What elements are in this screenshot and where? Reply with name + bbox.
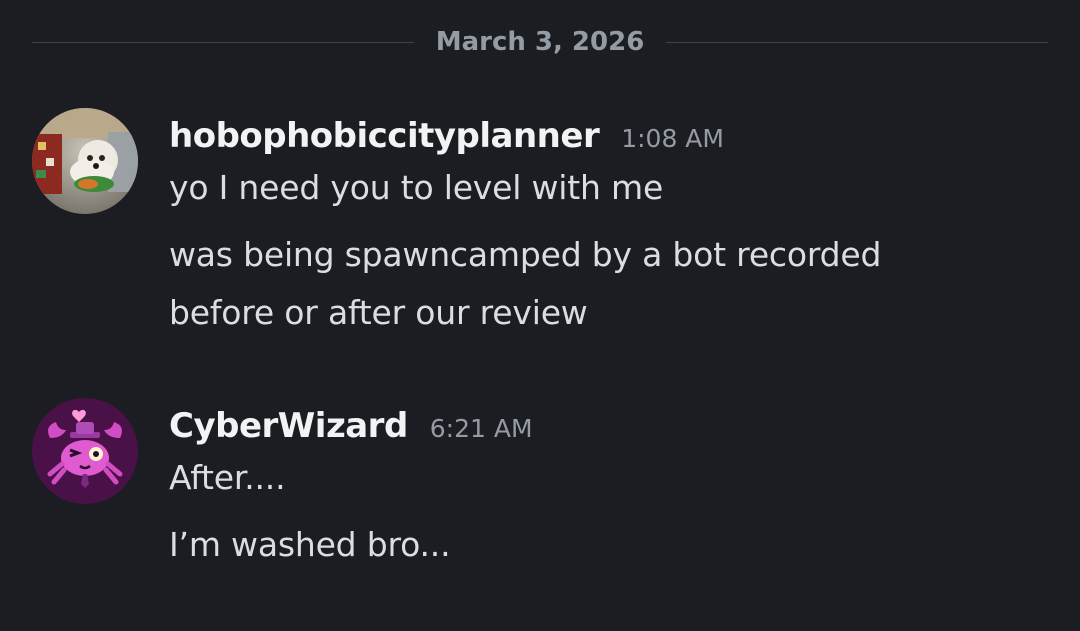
date-divider-label: March 3, 2026 (435, 27, 645, 57)
message-header: CyberWizard 6:21 AM (169, 406, 1048, 450)
timestamp[interactable]: 1:08 AM (621, 124, 724, 153)
pink-crab-wizard-avatar-icon (32, 398, 138, 504)
dog-photo-avatar-icon (32, 108, 138, 214)
message-text: After.... (169, 458, 286, 497)
divider-line-left (32, 41, 414, 43)
message-content: CyberWizard 6:21 AM After.... I’m washed… (169, 406, 1048, 574)
message-text: yo I need you to level with me (169, 168, 664, 207)
message-content: hobophobiccityplanner 1:08 AM yo I need … (169, 116, 1048, 342)
avatar[interactable] (32, 398, 138, 504)
avatar[interactable] (32, 108, 138, 214)
date-divider: March 3, 2026 (32, 22, 1049, 62)
timestamp[interactable]: 6:21 AM (430, 414, 533, 443)
message-text: was being spawncamped by a bot recorded … (169, 235, 882, 332)
username[interactable]: CyberWizard (169, 406, 408, 446)
message-text: I’m washed bro... (169, 525, 451, 564)
message-header: hobophobiccityplanner 1:08 AM (169, 116, 1048, 160)
divider-line-right (666, 41, 1049, 43)
username[interactable]: hobophobiccityplanner (169, 116, 600, 156)
